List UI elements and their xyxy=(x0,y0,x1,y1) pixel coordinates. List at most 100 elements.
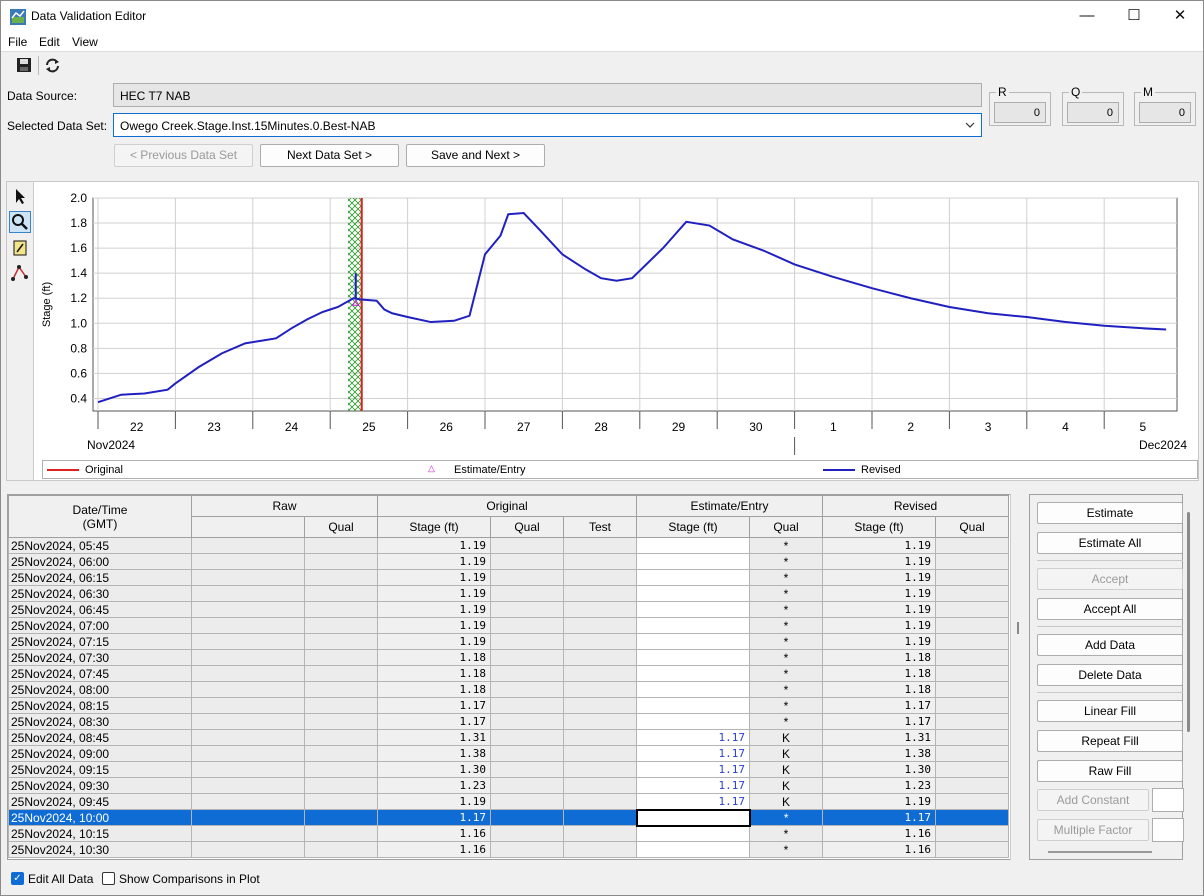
table-row[interactable]: 25Nov2024, 09:30 1.23 1.17 K 1.23 xyxy=(8,777,1009,794)
table-row[interactable]: 25Nov2024, 10:00 1.17 * 1.17 xyxy=(8,808,1009,827)
table-row[interactable]: 25Nov2024, 09:45 1.19 1.17 K 1.19 xyxy=(8,793,1009,810)
cell-estimate-qual: * xyxy=(749,537,823,554)
cell-raw-qual xyxy=(304,793,378,810)
refresh-icon[interactable] xyxy=(44,57,61,74)
table-row[interactable]: 25Nov2024, 05:45 1.19 * 1.19 xyxy=(8,537,1009,554)
minimize-button[interactable]: — xyxy=(1064,1,1110,31)
plot-area xyxy=(92,197,1178,412)
edit-tool[interactable] xyxy=(9,237,31,259)
linear-fill-button[interactable]: Linear Fill xyxy=(1037,700,1183,722)
table-row[interactable]: 25Nov2024, 09:00 1.38 1.17 K 1.38 xyxy=(8,745,1009,762)
cell-estimate-stage[interactable] xyxy=(636,537,750,554)
table-row[interactable]: 25Nov2024, 06:00 1.19 * 1.19 xyxy=(8,553,1009,570)
cell-estimate-stage[interactable]: 1.17 xyxy=(636,793,750,810)
previous-dataset-button[interactable]: < Previous Data Set xyxy=(114,144,253,167)
table-row[interactable]: 25Nov2024, 08:15 1.17 * 1.17 xyxy=(8,697,1009,714)
cell-revised-qual xyxy=(935,665,1009,682)
repeat-fill-button[interactable]: Repeat Fill xyxy=(1037,730,1183,752)
accept-button[interactable]: Accept xyxy=(1037,568,1183,590)
cell-original-qual xyxy=(490,761,564,778)
y-tick-label: 1.4 xyxy=(70,266,87,280)
close-button[interactable]: ✕ xyxy=(1157,1,1203,31)
delete-data-button[interactable]: Delete Data xyxy=(1037,664,1183,686)
panel-scroll-thumb[interactable] xyxy=(1048,851,1152,853)
add-data-button[interactable]: Add Data xyxy=(1037,634,1183,656)
plot-panel[interactable]: 2.0 1.8 1.6 1.4 1.2 1.0 0.8 0.6 0.4 22 23 24 25 26 27 2… xyxy=(6,181,1199,481)
cell-original-stage: 1.19 xyxy=(377,793,491,810)
legend-original-label: Original xyxy=(85,464,123,476)
cell-estimate-qual: * xyxy=(749,649,823,666)
stage-chart[interactable]: 2.01.81.61.41.21.00.80.60.422 23 24 25 26 27 2… xyxy=(7,182,1200,482)
table-row[interactable]: 25Nov2024, 08:30 1.17 * 1.17 xyxy=(8,713,1009,730)
scrollbar-thumb[interactable] xyxy=(1187,512,1190,732)
cell-estimate-stage[interactable] xyxy=(636,601,750,618)
cell-estimate-stage[interactable] xyxy=(636,665,750,682)
cell-raw-qual xyxy=(304,761,378,778)
save-icon[interactable] xyxy=(16,57,32,73)
multiple-factor-input[interactable] xyxy=(1152,818,1184,842)
cell-estimate-stage[interactable] xyxy=(636,617,750,634)
table-row[interactable]: 25Nov2024, 09:15 1.30 1.17 K 1.30 xyxy=(8,761,1009,778)
y-tick-label: 1.0 xyxy=(70,316,87,330)
table-scrollbar[interactable] xyxy=(1010,494,1025,860)
cell-estimate-stage[interactable] xyxy=(636,633,750,650)
table-row[interactable]: 25Nov2024, 06:30 1.19 * 1.19 xyxy=(8,585,1009,602)
pointer-tool[interactable] xyxy=(9,185,31,207)
menu-view[interactable]: View xyxy=(72,35,98,49)
cell-estimate-stage[interactable] xyxy=(636,585,750,602)
cell-original-stage: 1.18 xyxy=(377,665,491,682)
table-row[interactable]: 25Nov2024, 07:00 1.19 * 1.19 xyxy=(8,617,1009,634)
table-row[interactable]: 25Nov2024, 07:30 1.18 * 1.18 xyxy=(8,649,1009,666)
cell-raw-qual xyxy=(304,537,378,554)
draw-points-tool[interactable] xyxy=(9,262,31,284)
zoom-tool[interactable] xyxy=(9,211,31,233)
cell-estimate-stage[interactable] xyxy=(635,808,751,827)
table-row[interactable]: 25Nov2024, 08:00 1.18 * 1.18 xyxy=(8,681,1009,698)
raw-fill-button[interactable]: Raw Fill xyxy=(1037,760,1183,782)
scrollbar-grip[interactable] xyxy=(1017,622,1019,634)
cell-raw-qual xyxy=(304,601,378,618)
cell-estimate-stage[interactable] xyxy=(636,681,750,698)
counter-m-label: M xyxy=(1141,85,1155,99)
add-constant-button[interactable]: Add Constant xyxy=(1037,789,1149,811)
counter-r: R 0 xyxy=(989,85,1051,126)
table-row[interactable]: 25Nov2024, 06:15 1.19 * 1.19 xyxy=(8,569,1009,586)
edit-all-data-checkbox[interactable]: ✓ xyxy=(11,872,24,885)
table-row[interactable]: 25Nov2024, 07:45 1.18 * 1.18 xyxy=(8,665,1009,682)
header-raw-qual: Qual xyxy=(304,516,378,538)
show-comparisons-checkbox[interactable] xyxy=(102,872,115,885)
cell-estimate-stage[interactable] xyxy=(636,553,750,570)
menu-file[interactable]: File xyxy=(8,35,27,49)
table-row[interactable]: 25Nov2024, 10:30 1.16 * 1.16 xyxy=(8,841,1009,858)
cell-datetime: 25Nov2024, 06:30 xyxy=(8,585,192,602)
action-panel-scrollbar[interactable] xyxy=(1184,494,1202,860)
cell-estimate-stage[interactable] xyxy=(636,569,750,586)
estimate-button[interactable]: Estimate xyxy=(1037,502,1183,524)
cell-estimate-stage[interactable] xyxy=(636,649,750,666)
cell-original-test xyxy=(563,809,637,826)
cell-estimate-stage[interactable] xyxy=(636,697,750,714)
table-row[interactable]: 25Nov2024, 08:45 1.31 1.17 K 1.31 xyxy=(8,729,1009,746)
multiple-factor-button[interactable]: Multiple Factor xyxy=(1037,819,1149,841)
next-dataset-button[interactable]: Next Data Set > xyxy=(260,144,399,167)
save-and-next-button[interactable]: Save and Next > xyxy=(406,144,545,167)
cell-estimate-stage[interactable]: 1.17 xyxy=(636,777,750,794)
estimate-all-button[interactable]: Estimate All xyxy=(1037,532,1183,554)
cell-revised-stage: 1.19 xyxy=(822,537,936,554)
table-row[interactable]: 25Nov2024, 10:15 1.16 * 1.16 xyxy=(8,825,1009,842)
table-row[interactable]: 25Nov2024, 07:15 1.19 * 1.19 xyxy=(8,633,1009,650)
maximize-button[interactable]: ☐ xyxy=(1111,1,1157,31)
header-estimate: Estimate/Entry xyxy=(636,495,823,517)
cell-estimate-stage[interactable]: 1.17 xyxy=(636,761,750,778)
cell-estimate-stage[interactable]: 1.17 xyxy=(636,729,750,746)
table-row[interactable]: 25Nov2024, 06:45 1.19 * 1.19 xyxy=(8,601,1009,618)
menu-edit[interactable]: Edit xyxy=(39,35,60,49)
cell-estimate-stage[interactable]: 1.17 xyxy=(636,745,750,762)
add-constant-input[interactable] xyxy=(1152,788,1184,812)
dataset-select[interactable]: Owego Creek.Stage.Inst.15Minutes.0.Best-… xyxy=(113,113,982,137)
cell-estimate-stage[interactable] xyxy=(636,841,750,858)
cell-estimate-qual: * xyxy=(749,553,823,570)
accept-all-button[interactable]: Accept All xyxy=(1037,598,1183,620)
cell-estimate-stage[interactable] xyxy=(636,713,750,730)
cell-estimate-stage[interactable] xyxy=(636,825,750,842)
